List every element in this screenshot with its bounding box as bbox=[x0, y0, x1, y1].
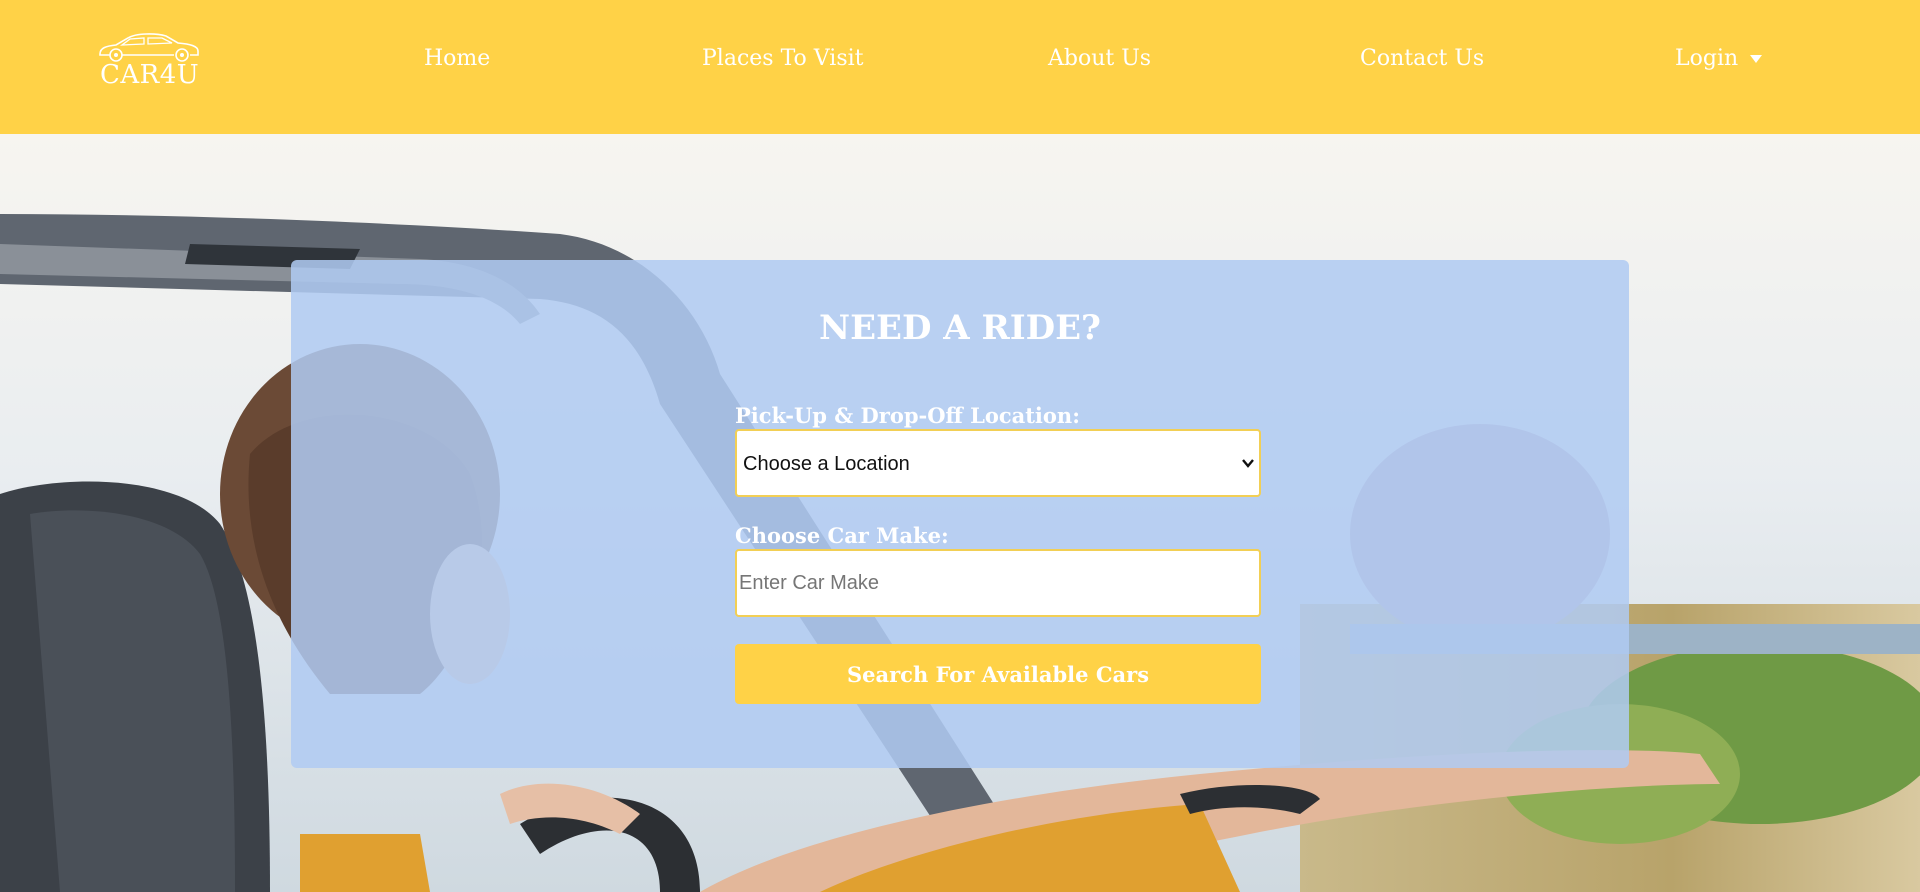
location-select[interactable]: Choose a Location bbox=[735, 429, 1261, 497]
car-make-input[interactable] bbox=[735, 549, 1261, 617]
nav-about-us[interactable]: About Us bbox=[1048, 46, 1151, 71]
nav-contact-us[interactable]: Contact Us bbox=[1360, 46, 1484, 71]
nav-login-label: Login bbox=[1675, 46, 1739, 71]
nav-places-to-visit[interactable]: Places To Visit bbox=[702, 46, 864, 71]
caret-down-icon bbox=[1750, 55, 1763, 63]
search-available-cars-button[interactable]: Search For Available Cars bbox=[735, 644, 1261, 704]
booking-panel: NEED A RIDE? Pick-Up & Drop-Off Location… bbox=[291, 260, 1629, 768]
location-label: Pick-Up & Drop-Off Location: bbox=[735, 403, 1080, 428]
brand-logo[interactable]: CAR4U bbox=[96, 30, 202, 94]
car-logo-icon bbox=[99, 33, 199, 62]
location-selected-value: Choose a Location bbox=[743, 453, 910, 475]
brand-name: CAR4U bbox=[100, 60, 200, 90]
panel-title: NEED A RIDE? bbox=[819, 308, 1101, 348]
nav-home[interactable]: Home bbox=[424, 46, 490, 71]
top-navbar: CAR4U Home Places To Visit About Us Cont… bbox=[0, 0, 1920, 134]
nav-login-dropdown[interactable]: Login bbox=[1675, 46, 1763, 71]
chevron-down-icon bbox=[1242, 459, 1254, 468]
car-make-label: Choose Car Make: bbox=[735, 523, 949, 548]
